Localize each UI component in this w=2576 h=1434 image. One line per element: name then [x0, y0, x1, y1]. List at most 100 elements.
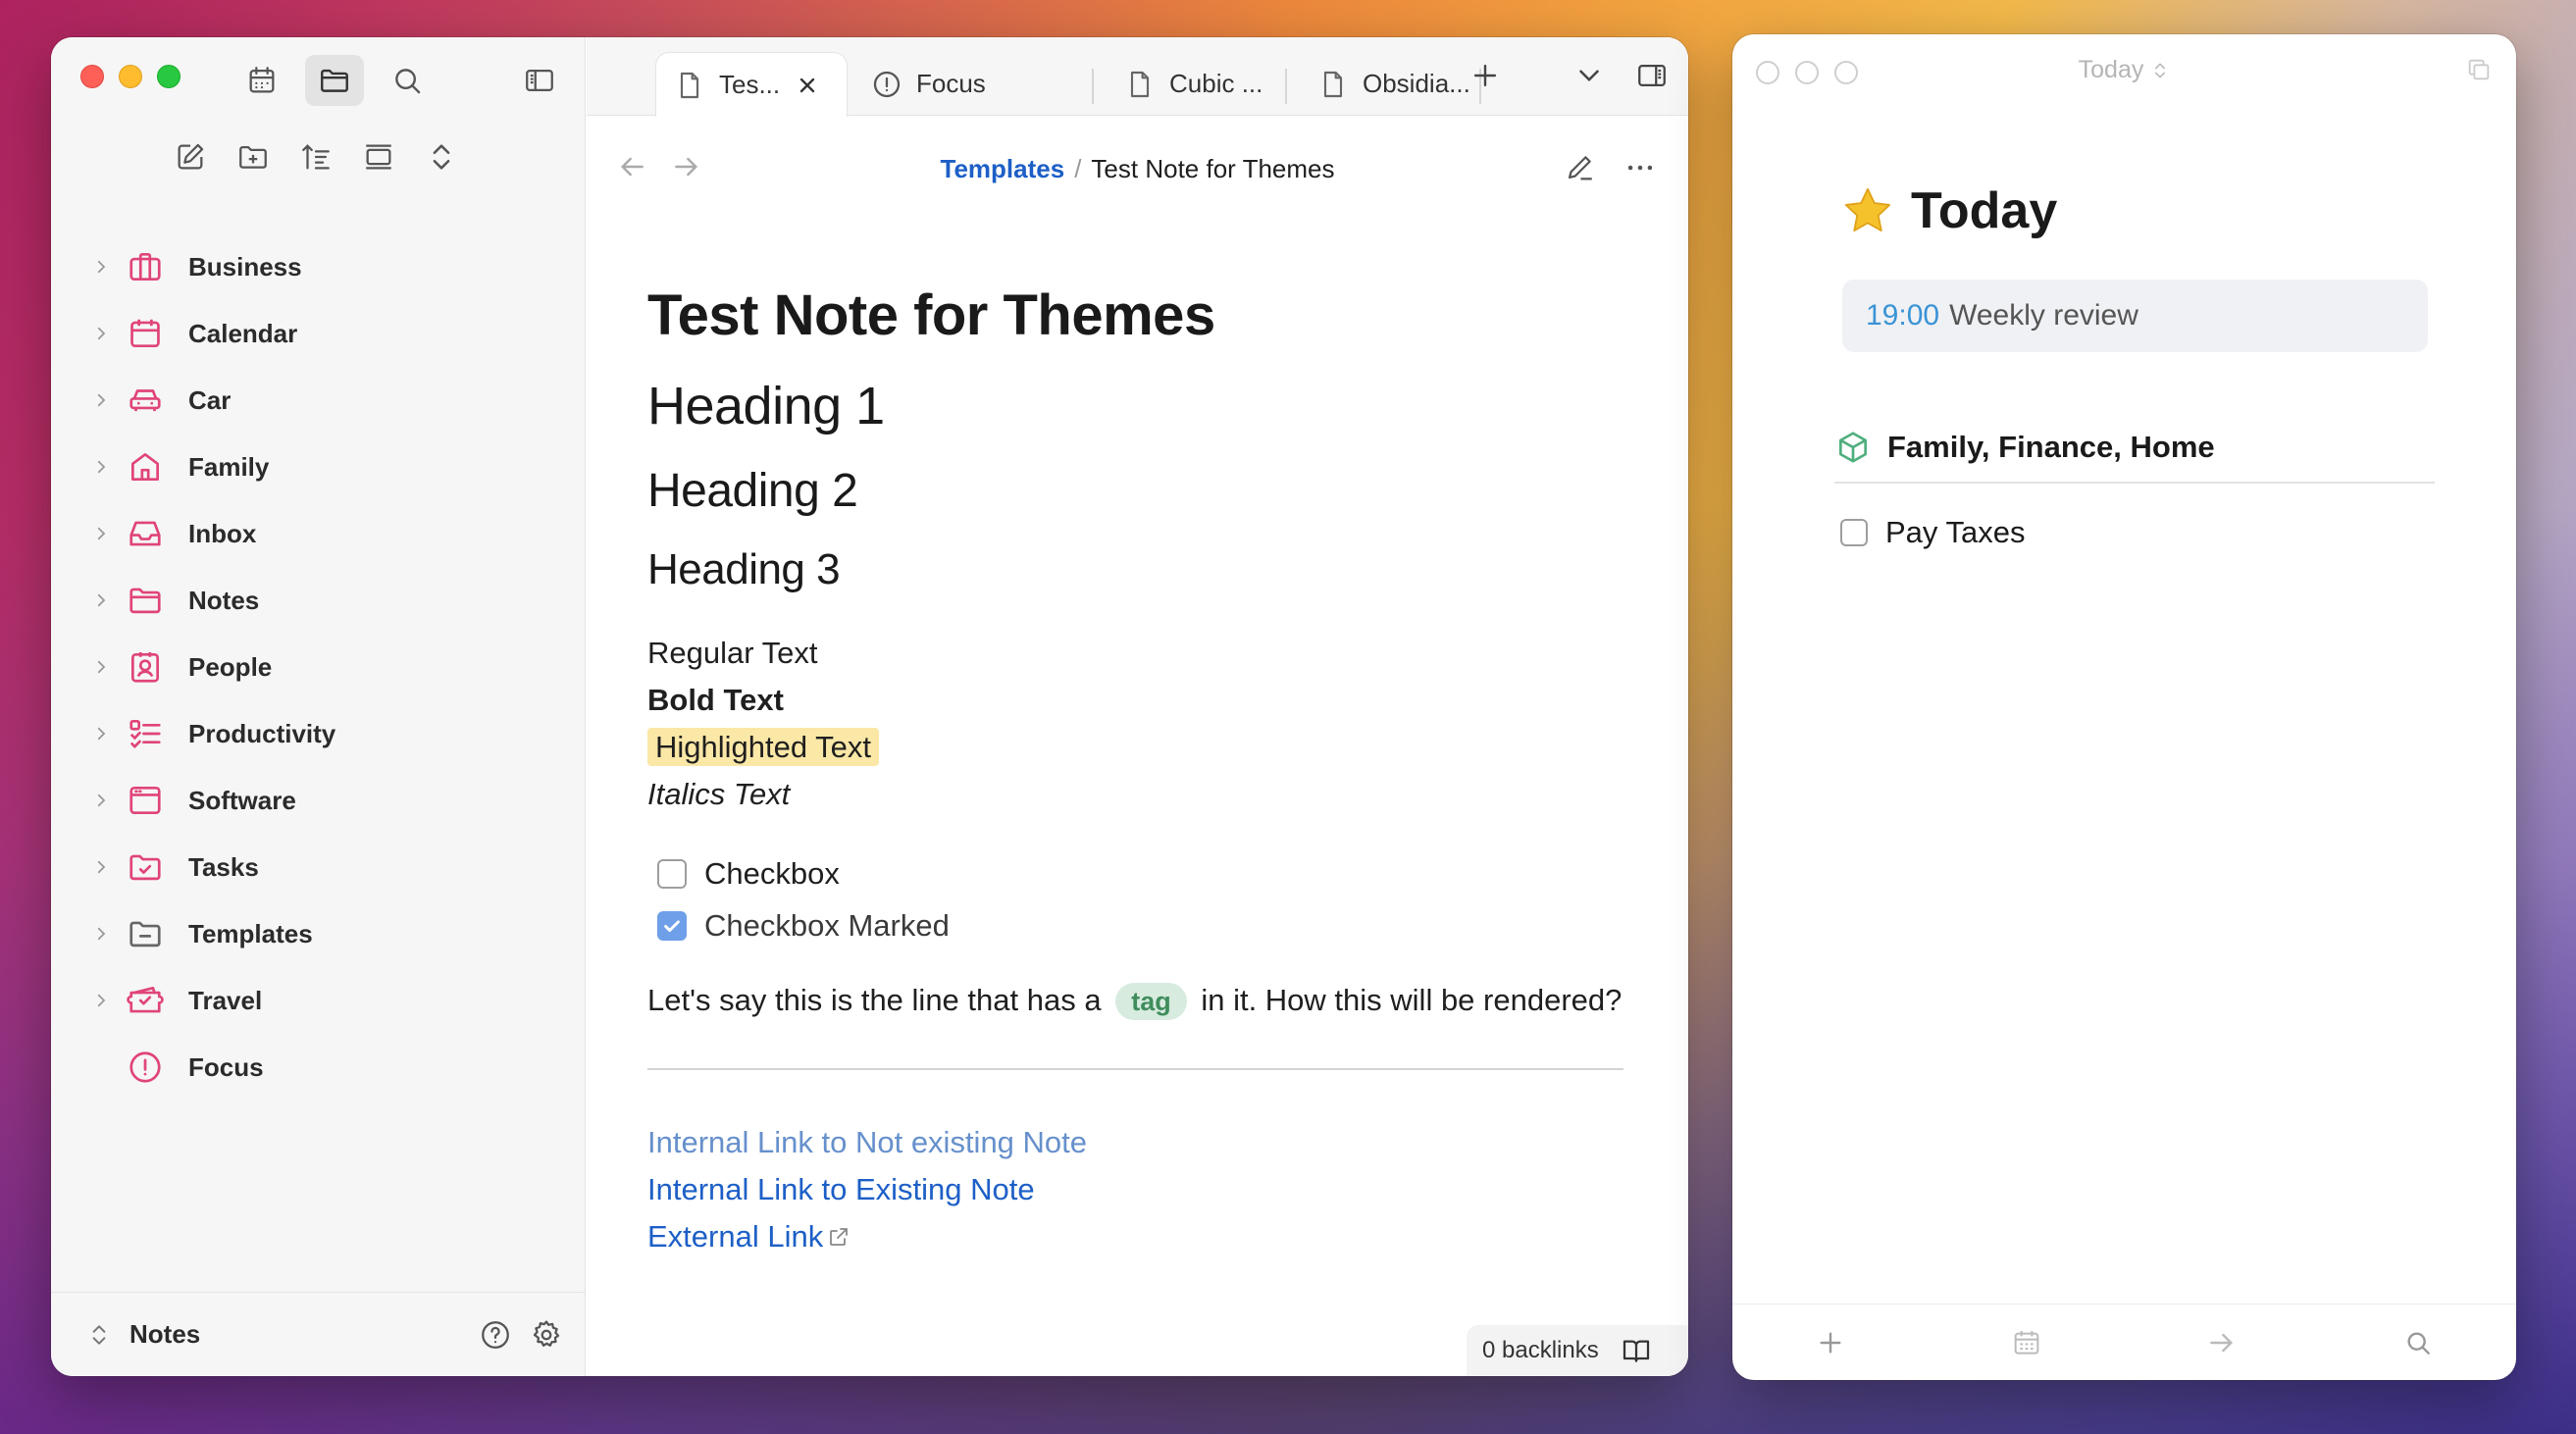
- list-checks-icon: [124, 712, 167, 755]
- todo-checkbox[interactable]: [1840, 519, 1868, 546]
- folder-notes[interactable]: Notes: [51, 567, 585, 634]
- folder-label: Software: [188, 785, 296, 815]
- new-tab-icon[interactable]: [1468, 59, 1502, 92]
- folder-plus-icon: [239, 145, 267, 169]
- sidebar-left-icon: [526, 69, 553, 92]
- file-explorer-button[interactable]: [305, 55, 364, 106]
- zoom-window-button[interactable]: [157, 65, 180, 88]
- search-icon[interactable]: [2402, 1327, 2434, 1358]
- vault-name[interactable]: Notes: [129, 1319, 200, 1350]
- breadcrumb: Templates / Test Note for Themes: [587, 116, 1688, 222]
- contact-icon: [124, 645, 167, 689]
- edit-pencil-icon[interactable]: [1563, 151, 1596, 184]
- sort-button[interactable]: [294, 135, 337, 179]
- highlighted-text: Highlighted Text: [647, 728, 880, 766]
- briefcase-icon: [124, 245, 167, 288]
- checklist-item: Checkbox: [647, 847, 1628, 899]
- file-focus[interactable]: Focus: [51, 1034, 585, 1101]
- alert-circle-icon: [124, 1046, 167, 1089]
- calendar-icon[interactable]: [2011, 1327, 2042, 1358]
- folder-car[interactable]: Car: [51, 367, 585, 434]
- folder-people[interactable]: People: [51, 634, 585, 700]
- paragraph-text: Let's say this is the line that has a: [647, 983, 1102, 1017]
- folder-check-icon: [124, 845, 167, 889]
- folder-label: Business: [188, 251, 302, 282]
- search-button[interactable]: [378, 55, 437, 106]
- checklist: Checkbox Checkbox Marked: [647, 847, 1628, 951]
- backlinks-count[interactable]: 0 backlinks: [1482, 1337, 1599, 1364]
- file-icon: [680, 72, 699, 98]
- chevrons-up-down-icon: [2155, 63, 2166, 78]
- event-title: Weekly review: [1949, 299, 2138, 332]
- close-icon[interactable]: [796, 74, 819, 97]
- chevron-right-icon: [86, 992, 116, 1009]
- help-icon[interactable]: [479, 1318, 512, 1352]
- tab-test-note[interactable]: Tes...: [655, 52, 848, 117]
- new-note-button[interactable]: [169, 135, 212, 179]
- folder-software[interactable]: Software: [51, 767, 585, 834]
- internal-link[interactable]: Internal Link to Existing Note: [647, 1172, 1035, 1206]
- tab-cubic[interactable]: Cubic ...: [1107, 52, 1280, 116]
- folder-label: People: [188, 651, 273, 682]
- folder-travel[interactable]: Travel: [51, 967, 585, 1034]
- checkbox-checked[interactable]: [657, 910, 687, 941]
- obsidian-window: Business Calendar Car Family Inbox Notes…: [51, 37, 1688, 1376]
- checkbox-label: Checkbox Marked: [704, 907, 950, 943]
- today-title: Today: [1911, 182, 2058, 239]
- calendar-event[interactable]: 19:00 Weekly review: [1842, 280, 2428, 352]
- breadcrumb-current[interactable]: Test Note for Themes: [1091, 154, 1334, 183]
- breadcrumb-parent[interactable]: Templates: [941, 154, 1065, 183]
- inbox-icon: [124, 512, 167, 555]
- folder-tasks[interactable]: Tasks: [51, 834, 585, 900]
- external-link-label: External Link: [647, 1219, 824, 1254]
- external-link[interactable]: External Link: [647, 1213, 850, 1260]
- duplicate-window-button[interactable]: [2465, 56, 2493, 88]
- folder-inbox[interactable]: Inbox: [51, 500, 585, 567]
- today-window: Today Today 19:00 Weekly review Family, …: [1732, 34, 2516, 1380]
- arrow-right-icon[interactable]: [2206, 1327, 2238, 1358]
- collapse-sidebar-button[interactable]: [510, 55, 569, 106]
- checkbox[interactable]: [657, 858, 687, 889]
- area-group-header[interactable]: Family, Finance, Home: [1834, 429, 2435, 484]
- folder-productivity[interactable]: Productivity: [51, 700, 585, 767]
- more-options-icon[interactable]: [1623, 151, 1657, 184]
- folder-icon: [124, 579, 167, 622]
- app-window-icon: [124, 779, 167, 822]
- todo-item[interactable]: Pay Taxes: [1840, 515, 2025, 550]
- chevron-right-icon: [86, 858, 116, 876]
- chevron-right-icon: [86, 325, 116, 342]
- calendar-view-button[interactable]: [232, 55, 291, 106]
- chevrons-up-down-icon[interactable]: [86, 1322, 112, 1348]
- vault-switcher-bar: Notes: [51, 1292, 585, 1376]
- view-selector[interactable]: Today: [1732, 56, 2516, 84]
- folder-templates[interactable]: Templates: [51, 900, 585, 967]
- search-icon: [395, 69, 421, 94]
- book-open-icon[interactable]: [1621, 1335, 1652, 1366]
- gear-icon[interactable]: [530, 1318, 563, 1352]
- sidebar-right-icon[interactable]: [1635, 59, 1669, 92]
- plus-icon[interactable]: [1815, 1327, 1846, 1358]
- tag-pill[interactable]: tag: [1115, 983, 1187, 1020]
- tab-focus[interactable]: Focus: [853, 52, 1004, 116]
- minimize-window-button[interactable]: [119, 65, 142, 88]
- auto-reveal-button[interactable]: [357, 135, 400, 179]
- folder-calendar[interactable]: Calendar: [51, 300, 585, 367]
- external-link-icon: [830, 1228, 849, 1246]
- folder-business[interactable]: Business: [51, 233, 585, 300]
- tab-obsidian[interactable]: Obsidia...: [1300, 52, 1488, 116]
- file-label: Focus: [188, 1051, 264, 1082]
- heading-3: Heading 3: [647, 545, 841, 593]
- chevron-right-icon: [86, 925, 116, 943]
- chevron-right-icon: [86, 591, 116, 609]
- folder-family[interactable]: Family: [51, 434, 585, 500]
- internal-link-unresolved[interactable]: Internal Link to Not existing Note: [647, 1125, 1087, 1159]
- chevron-right-icon: [86, 391, 116, 409]
- close-window-button[interactable]: [80, 65, 104, 88]
- note-title[interactable]: Test Note for Themes: [647, 282, 1628, 348]
- tab-label: Focus: [916, 69, 986, 98]
- folder-label: Car: [188, 384, 232, 415]
- checkmark-icon: [664, 919, 680, 932]
- collapse-all-button[interactable]: [420, 135, 463, 179]
- new-folder-button[interactable]: [232, 135, 275, 179]
- chevron-down-icon[interactable]: [1572, 59, 1606, 92]
